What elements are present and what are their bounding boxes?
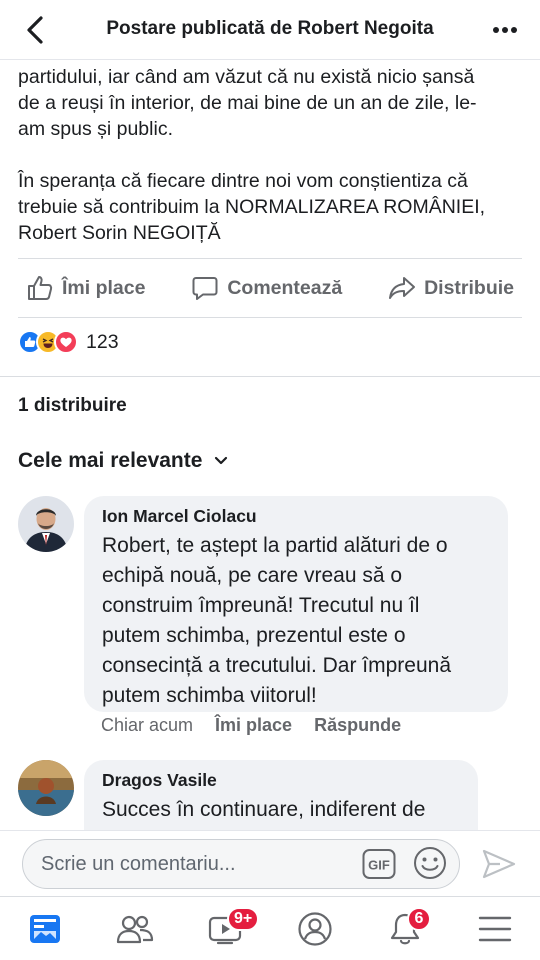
- tab-profile[interactable]: [285, 903, 345, 955]
- notifications-badge: 6: [407, 906, 431, 931]
- share-button[interactable]: Distribuie: [388, 274, 514, 302]
- like-button[interactable]: Îmi place: [26, 274, 145, 302]
- post-line: trebuie să contribuim la NORMALIZAREA RO…: [18, 196, 486, 218]
- more-options-button[interactable]: [490, 16, 520, 44]
- comment-item: Ion Marcel Ciolacu Robert, te aștept la …: [18, 496, 508, 712]
- reactions-count: 123: [86, 330, 119, 353]
- shares-count-link[interactable]: 1 distribuire: [18, 395, 127, 417]
- send-button[interactable]: [480, 845, 518, 883]
- hamburger-menu-icon: [478, 916, 512, 941]
- share-arrow-icon: [389, 277, 416, 299]
- comment-text: Robert, te aștept la partid alături de o…: [102, 531, 492, 711]
- comment-line: Succes în continuare, indiferent de: [102, 798, 426, 821]
- gif-button[interactable]: GIF: [362, 848, 396, 880]
- post-paragraph-1: partidului, iar când am văzut că nu exis…: [18, 64, 522, 142]
- post-line: de a reuși în interior, de mai bine de u…: [18, 92, 477, 114]
- post-line: Robert Sorin NEGOIȚĂ: [18, 222, 221, 244]
- comment-label: Comentează: [227, 276, 343, 299]
- comment-line: construim împreună! Trecutul nu îl: [102, 594, 420, 617]
- post-body-text: partidului, iar când am văzut că nu exis…: [0, 60, 540, 246]
- post-line: am spus și public.: [18, 118, 173, 140]
- page-title: Postare publicată de Robert Negoita: [106, 18, 434, 39]
- comment-meta: Chiar acum Îmi place Răspunde: [101, 715, 401, 736]
- comment-bubble[interactable]: Dragos Vasile Succes în continuare, indi…: [84, 760, 478, 830]
- comment-bubble-icon: [192, 277, 218, 300]
- comment-reply-button[interactable]: Răspunde: [314, 715, 401, 736]
- post-paragraph-2: În speranța că fiecare dintre noi vom co…: [18, 168, 522, 246]
- comments-sort-dropdown[interactable]: Cele mai relevante: [18, 449, 228, 473]
- comment-composer: Scrie un comentariu... GIF: [0, 830, 540, 896]
- comment-item: Dragos Vasile Succes în continuare, indi…: [18, 760, 478, 830]
- gif-label: GIF: [368, 858, 390, 873]
- comment-like-button[interactable]: Îmi place: [215, 715, 292, 736]
- tab-friends[interactable]: [105, 903, 165, 955]
- comment-text: Succes în continuare, indiferent de: [102, 795, 462, 825]
- comment-line: consecință a trecutului. Dar împreună: [102, 654, 452, 677]
- comment-bubble[interactable]: Ion Marcel Ciolacu Robert, te aștept la …: [84, 496, 508, 712]
- friends-icon: [116, 915, 154, 943]
- comment-line: putem schimba, prezentul este o: [102, 624, 406, 647]
- send-icon: [482, 849, 516, 879]
- emoji-button[interactable]: [412, 845, 448, 881]
- news-feed-icon: [30, 914, 60, 943]
- chevron-down-icon: [215, 456, 228, 465]
- reactions-summary[interactable]: 123: [18, 330, 119, 354]
- avatar[interactable]: [18, 760, 74, 816]
- comment-author[interactable]: Ion Marcel Ciolacu: [102, 506, 492, 527]
- watch-notification-badge: 9+: [227, 906, 260, 931]
- comment-line: echipă nouă, pe care vreau să o: [102, 564, 403, 587]
- section-divider: [0, 376, 540, 377]
- comment-button[interactable]: Comentează: [191, 274, 342, 302]
- avatar[interactable]: [18, 496, 74, 552]
- profile-icon: [298, 911, 332, 946]
- post-line: În speranța că fiecare dintre noi vom co…: [18, 170, 468, 192]
- smiley-face-icon: [414, 847, 446, 879]
- post-line: partidului, iar când am văzut că nu exis…: [18, 66, 475, 88]
- comment-line: Robert, te aștept la partid alături de o: [102, 534, 448, 557]
- top-navigation-bar: Postare publicată de Robert Negoita: [0, 0, 540, 60]
- bottom-tab-bar: 9+ 6: [0, 896, 540, 960]
- post-content-area[interactable]: partidului, iar când am văzut că nu exis…: [0, 60, 540, 830]
- comment-line: putem schimba viitorul!: [102, 684, 317, 707]
- comment-author[interactable]: Dragos Vasile: [102, 770, 462, 791]
- tab-menu[interactable]: [465, 903, 525, 955]
- like-label: Îmi place: [62, 276, 146, 299]
- post-action-bar: Îmi place Comentează Distribuie: [18, 258, 522, 318]
- comments-sort-label: Cele mai relevante: [18, 449, 203, 472]
- comment-input-placeholder: Scrie un comentariu...: [41, 852, 236, 875]
- gif-icon: GIF: [362, 849, 396, 879]
- tab-news-feed[interactable]: [15, 903, 75, 955]
- thumbs-up-icon: [28, 276, 53, 300]
- share-label: Distribuie: [424, 276, 514, 299]
- tab-watch[interactable]: 9+: [195, 903, 260, 955]
- more-horizontal-icon: [493, 27, 517, 33]
- tab-notifications[interactable]: 6: [375, 903, 435, 955]
- love-reaction-icon: [54, 330, 78, 354]
- comment-timestamp: Chiar acum: [101, 715, 194, 735]
